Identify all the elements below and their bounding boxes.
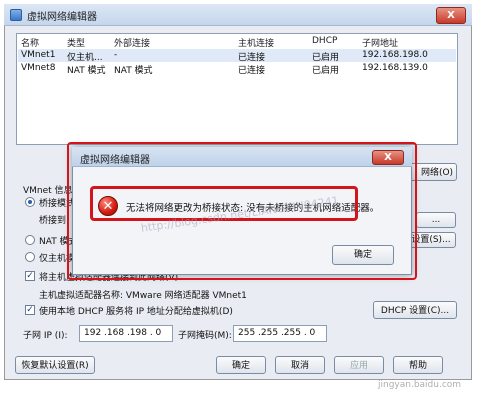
bridge-settings-button[interactable]: ... bbox=[416, 212, 456, 228]
adapter-name-line: 主机虚拟适配器名称: VMware 网络适配器 VMnet1 bbox=[39, 291, 247, 301]
connect-adapter-checkbox[interactable]: ✓ bbox=[25, 271, 35, 281]
use-dhcp-checkbox[interactable]: ✓ bbox=[25, 305, 35, 315]
host-only-radio[interactable] bbox=[25, 252, 35, 262]
column-header-host[interactable]: 主机连接 bbox=[238, 36, 274, 49]
ok-button[interactable]: 确定 bbox=[216, 356, 266, 374]
table-cell: 192.168.139.0 bbox=[362, 63, 428, 73]
column-header-name[interactable]: 名称 bbox=[21, 36, 39, 49]
bridge-to-label: 桥接到 bbox=[39, 216, 67, 226]
subnet-mask-input[interactable]: 255 .255 .255 . 0 bbox=[233, 325, 327, 342]
baidu-watermark: jingyan.baidu.com bbox=[378, 380, 462, 390]
subnet-ip-label: 子网 IP (I): bbox=[23, 331, 68, 341]
use-dhcp-label: 使用本地 DHCP 服务将 IP 地址分配给虚拟机(D) bbox=[39, 307, 233, 317]
window-close-button[interactable]: X bbox=[436, 7, 466, 24]
column-header-type[interactable]: 类型 bbox=[67, 36, 85, 49]
table-cell: 192.168.198.0 bbox=[362, 50, 428, 60]
bridge-mode-radio[interactable] bbox=[25, 197, 35, 207]
subnet-ip-input[interactable]: 192 .168 .198 . 0 bbox=[79, 325, 173, 342]
table-cell: - bbox=[114, 50, 118, 60]
column-header-dhcp[interactable]: DHCP bbox=[312, 36, 337, 46]
table-cell: 已连接 bbox=[238, 66, 266, 76]
table-cell: VMnet1 bbox=[21, 50, 56, 60]
table-cell: NAT 模式 bbox=[67, 66, 106, 76]
subnet-mask-label: 子网掩码(M): bbox=[178, 331, 232, 341]
cancel-button[interactable]: 取消 bbox=[275, 356, 325, 374]
help-button[interactable]: 帮助 bbox=[393, 356, 443, 374]
window-title: 虚拟网络编辑器 bbox=[27, 12, 97, 23]
app-icon bbox=[10, 9, 22, 21]
table-cell: NAT 模式 bbox=[114, 66, 153, 76]
table-cell: VMnet8 bbox=[21, 63, 56, 73]
nat-mode-radio[interactable] bbox=[25, 235, 35, 245]
table-cell: 已启用 bbox=[312, 66, 340, 76]
dhcp-settings-button[interactable]: DHCP 设置(C)... bbox=[373, 301, 457, 319]
column-header-subnet[interactable]: 子网地址 bbox=[362, 36, 398, 49]
vmnet-info-label: VMnet 信息 bbox=[23, 186, 73, 196]
apply-button[interactable]: 应用 bbox=[334, 356, 384, 374]
restore-defaults-button[interactable]: 恢复默认设置(R) bbox=[15, 356, 95, 374]
column-header-external[interactable]: 外部连接 bbox=[114, 36, 150, 49]
